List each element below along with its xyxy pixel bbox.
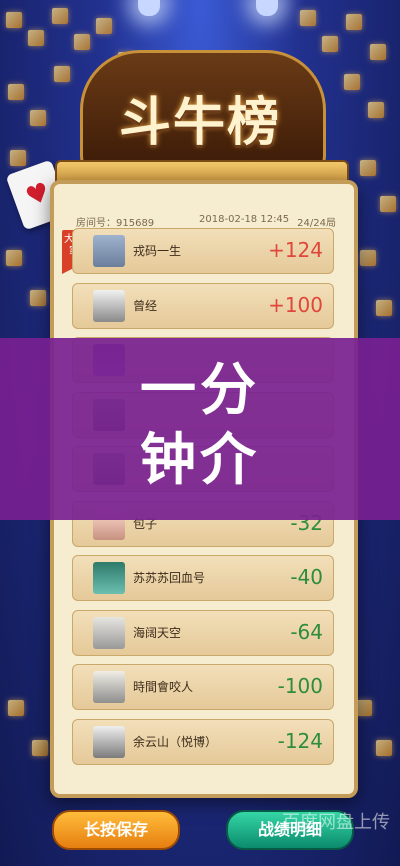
round-count: 24/24局 [297, 218, 336, 229]
save-button[interactable]: 长按保存 [52, 810, 180, 850]
page-title: 斗牛榜 [118, 92, 281, 153]
player-score: +124 [268, 238, 323, 262]
room-meta: 房间号：915689 2018-02-18 12:45 24/24局 [76, 214, 336, 229]
player-avatar [93, 725, 125, 758]
glitter-tile [30, 290, 46, 306]
glitter-tile [376, 740, 392, 756]
player-row: 曾经 +100 [72, 282, 334, 329]
player-avatar [93, 289, 125, 322]
player-row: 苏苏苏回血号 -40 [72, 555, 334, 601]
glitter-tile [360, 250, 376, 266]
player-name: 余云山（悦博） [133, 734, 218, 749]
glitter-tile [8, 700, 24, 716]
player-score: +100 [268, 292, 323, 317]
promo-overlay: 一分 钟介 [0, 338, 400, 520]
player-row: 戎码一生 +124 [72, 228, 334, 274]
watermark: 百度网盘上传 [282, 812, 390, 833]
glitter-tile [52, 8, 68, 24]
player-name: 戎码一生 [133, 244, 182, 258]
glitter-tile [376, 300, 392, 316]
player-score: -124 [277, 728, 323, 753]
player-name: 苏苏苏回血号 [133, 571, 206, 585]
overlay-text: 一分 钟介 [140, 358, 260, 493]
player-row: 余云山（悦博） -124 [72, 718, 334, 765]
glitter-tile [6, 250, 22, 266]
glitter-tile [96, 18, 112, 34]
player-avatar [93, 616, 125, 649]
player-name: 曾经 [133, 298, 158, 313]
player-avatar [93, 235, 125, 267]
player-avatar [93, 671, 125, 703]
player-row: 時間會咬人 -100 [72, 664, 334, 710]
glitter-tile [300, 10, 316, 26]
player-score: -64 [290, 619, 323, 644]
player-avatar [93, 562, 125, 594]
glitter-tile [32, 740, 48, 756]
game-datetime: 2018-02-18 12:45 [199, 214, 290, 225]
glitter-tile [346, 14, 362, 30]
player-score: -100 [277, 674, 323, 698]
player-name: 海阔天空 [133, 625, 182, 640]
player-score: -40 [290, 565, 323, 589]
player-row: 海阔天空 -64 [72, 609, 334, 656]
room-number: 房间号：915689 [76, 218, 155, 229]
glitter-tile [356, 700, 372, 716]
glitter-tile [6, 12, 22, 28]
player-name: 時間會咬人 [133, 680, 194, 694]
